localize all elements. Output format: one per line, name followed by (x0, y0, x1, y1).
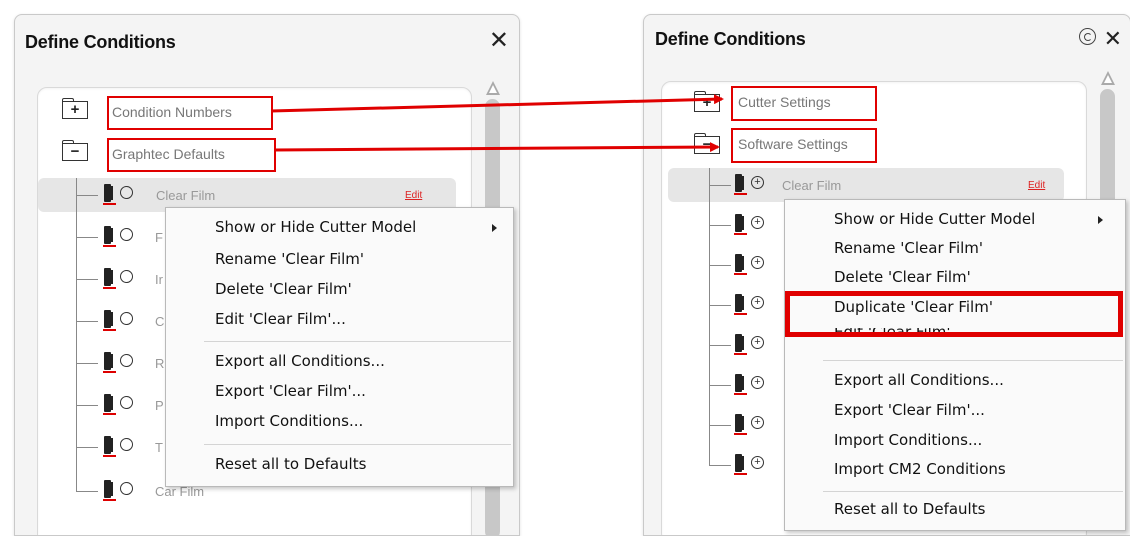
annotation-arrows (270, 94, 724, 153)
arrow-graphtec-to-software (273, 142, 720, 153)
arrow-condition-to-cutter (270, 94, 724, 113)
